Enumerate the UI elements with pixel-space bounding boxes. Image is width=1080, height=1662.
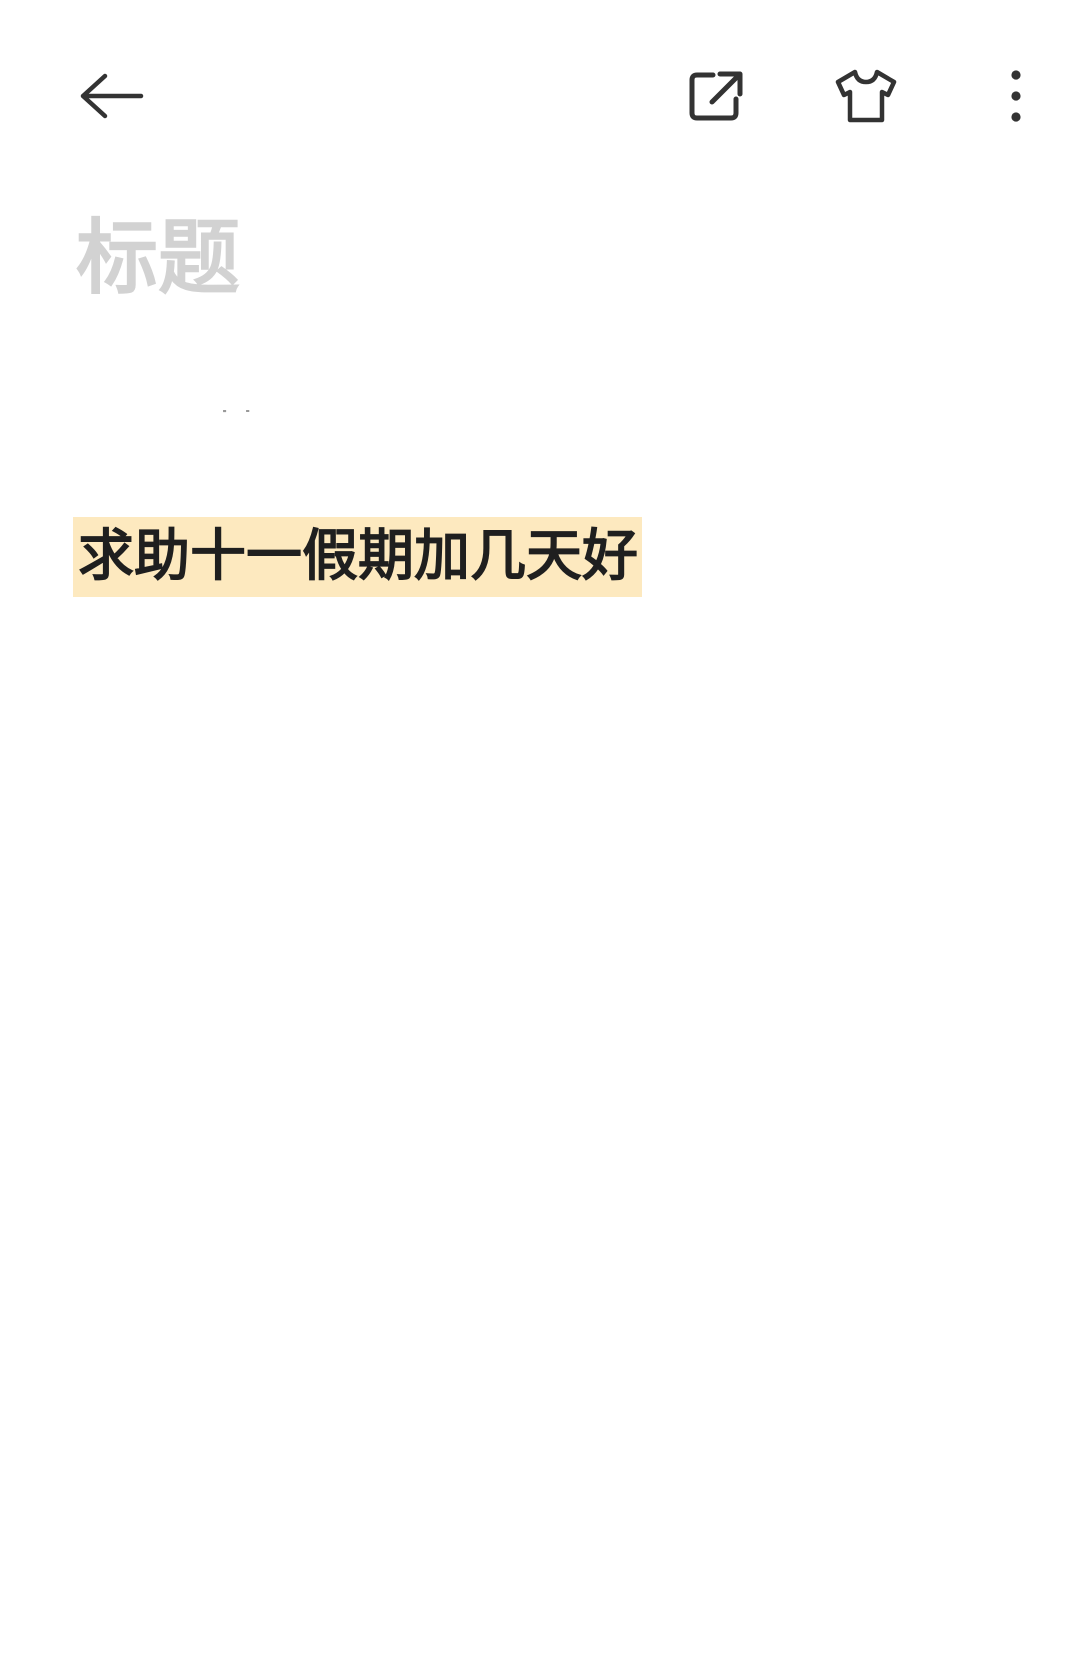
top-toolbar [0,0,1080,190]
note-title-input[interactable] [76,208,976,308]
theme-button[interactable] [826,60,906,132]
arrow-left-icon [80,73,144,119]
back-button[interactable] [72,60,152,132]
scrolled-text-fragment: 一日 [176,373,256,419]
more-options-button[interactable] [996,60,1036,132]
external-share-icon [689,71,743,121]
note-body-highlighted-line[interactable]: 求助十一假期加几天好 [73,517,642,597]
more-vertical-icon [1011,70,1021,122]
t-shirt-icon [835,69,897,123]
share-button[interactable] [680,60,752,132]
